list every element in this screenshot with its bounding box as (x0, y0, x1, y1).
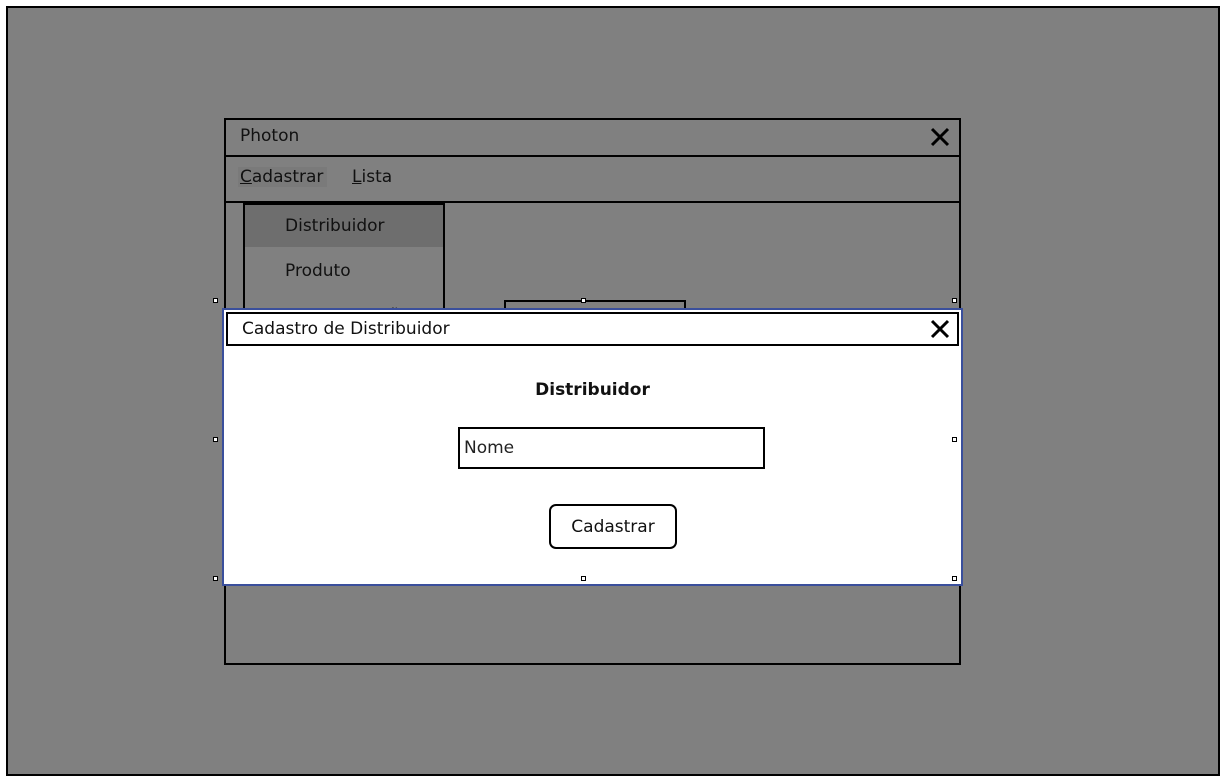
menu-lista-label: ista (361, 167, 393, 187)
dropdown-item-distribuidor[interactable]: Distribuidor (245, 205, 443, 247)
name-input[interactable] (458, 427, 765, 469)
menu-cadastrar-label: adastrar (251, 167, 324, 187)
dialog-title: Cadastro de Distribuidor (242, 319, 450, 339)
close-icon[interactable] (929, 318, 951, 340)
form-heading: Distribuidor (535, 380, 650, 400)
main-titlebar: Photon (226, 120, 959, 157)
resize-handle[interactable] (213, 298, 218, 303)
designer-canvas: Photon Cadastrar Lista Distribuidor Prod… (6, 6, 1220, 776)
resize-handle[interactable] (581, 298, 586, 303)
dropdown-item-produto[interactable]: Produto (245, 250, 443, 292)
cadastrar-dropdown-menu: Distribuidor Produto Movimentação (243, 203, 445, 323)
menu-cadastrar[interactable]: Cadastrar (238, 167, 328, 187)
resize-handle[interactable] (213, 437, 218, 442)
dialog-titlebar: Cadastro de Distribuidor (226, 312, 959, 346)
main-window-title: Photon (240, 126, 300, 146)
close-icon[interactable] (929, 126, 951, 148)
resize-handle[interactable] (952, 576, 957, 581)
resize-handle[interactable] (952, 298, 957, 303)
resize-handle[interactable] (952, 437, 957, 442)
resize-handle[interactable] (213, 576, 218, 581)
cadastro-distribuidor-dialog: Cadastro de Distribuidor Distribuidor Ca… (222, 308, 963, 586)
menu-lista[interactable]: Lista (352, 167, 392, 187)
menu-cadastrar-mnemonic: C (240, 167, 252, 187)
resize-handle[interactable] (581, 576, 586, 581)
menu-bar: Cadastrar Lista (226, 157, 959, 203)
cadastrar-button[interactable]: Cadastrar (549, 504, 677, 549)
